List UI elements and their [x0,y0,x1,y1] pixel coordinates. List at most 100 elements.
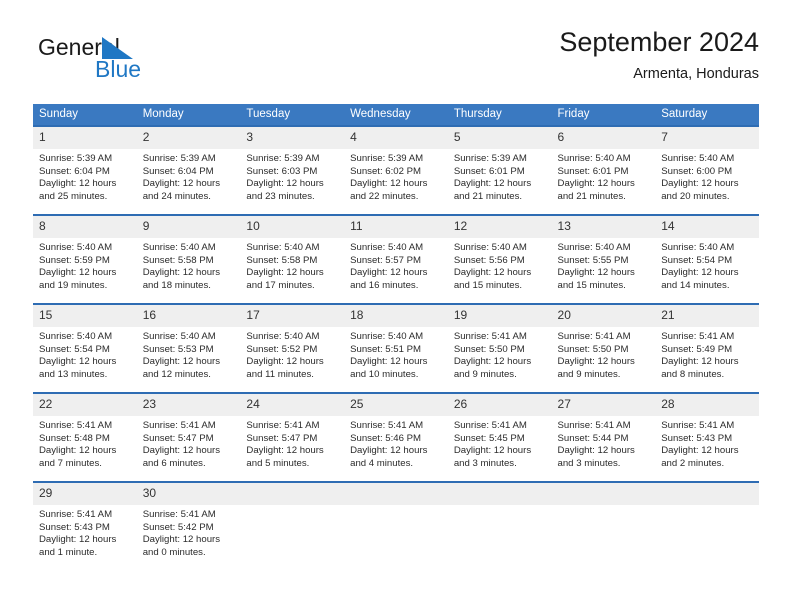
calendar-day-cell[interactable]: 19 Sunrise: 5:41 AM Sunset: 5:50 PM Dayligh… [447,303,552,392]
day-cell-inner [551,481,656,570]
sunrise-time: Sunrise: 5:40 AM [39,331,113,342]
sunset-time: Sunset: 5:48 PM [39,432,110,444]
calendar-day-cell[interactable]: 15 Sunrise: 5:40 AM Sunset: 5:54 PM Dayligh… [33,303,137,392]
sunset-time: Sunset: 5:45 PM [453,432,525,444]
daylight-duration-line2: and 9 minutes. [453,368,517,380]
general-blue-logo[interactable]: General Blue [38,34,248,90]
day-details: Sunrise: 5:39 AM Sunset: 6:04 PM Daylight:… [33,149,137,203]
sunrise-time: Sunrise: 5:40 AM [142,331,216,342]
day-details [240,505,344,509]
sunrise-time: Sunrise: 5:40 AM [453,242,527,253]
calendar-day-cell[interactable]: 20 Sunrise: 5:41 AM Sunset: 5:50 PM Dayligh… [551,303,656,392]
daylight-duration-line1: Daylight: 12 hours [246,267,324,279]
sunset-time: Sunset: 6:03 PM [246,165,318,177]
daylight-duration-line1: Daylight: 12 hours [39,445,117,457]
calendar-day-cell[interactable] [551,481,656,570]
day-cell-inner: 23 Sunrise: 5:41 AM Sunset: 5:47 PM Dayligh… [136,392,241,481]
calendar-day-cell[interactable] [655,481,759,570]
day-cell-inner: 30 Sunrise: 5:41 AM Sunset: 5:42 PM Dayligh… [136,481,241,570]
day-cell-inner: 6 Sunrise: 5:40 AM Sunset: 6:01 PM Daylight… [551,125,656,214]
sunrise-time: Sunrise: 5:39 AM [142,153,216,164]
day-cell-inner: 26 Sunrise: 5:41 AM Sunset: 5:45 PM Dayligh… [447,392,552,481]
day-number: 18 [344,305,448,327]
daylight-duration-line2: and 20 minutes. [661,190,730,202]
calendar-day-cell[interactable]: 10 Sunrise: 5:40 AM Sunset: 5:58 PM Dayligh… [240,214,345,303]
day-details: Sunrise: 5:40 AM Sunset: 5:54 PM Daylight:… [33,327,137,381]
calendar-day-cell[interactable]: 23 Sunrise: 5:41 AM Sunset: 5:47 PM Dayligh… [136,392,241,481]
daylight-duration-line2: and 21 minutes. [557,190,626,202]
sunset-time: Sunset: 6:01 PM [453,165,525,177]
calendar-day-cell[interactable] [447,481,552,570]
day-number: 3 [240,127,345,149]
calendar-day-cell[interactable]: 16 Sunrise: 5:40 AM Sunset: 5:53 PM Dayligh… [136,303,241,392]
sunset-time: Sunset: 5:54 PM [661,254,733,266]
calendar-day-cell[interactable]: 29 Sunrise: 5:41 AM Sunset: 5:43 PM Dayligh… [33,481,137,570]
calendar-week-row: 8 Sunrise: 5:40 AM Sunset: 5:59 PM Daylight… [33,214,759,303]
day-details: Sunrise: 5:40 AM Sunset: 5:57 PM Daylight:… [344,238,448,292]
calendar-day-cell[interactable]: 11 Sunrise: 5:40 AM Sunset: 5:57 PM Dayligh… [344,214,448,303]
sunset-time: Sunset: 5:59 PM [39,254,110,266]
calendar-day-cell[interactable] [240,481,345,570]
calendar-day-cell[interactable]: 3 Sunrise: 5:39 AM Sunset: 6:03 PM Daylight… [240,125,345,214]
day-cell-inner: 2 Sunrise: 5:39 AM Sunset: 6:04 PM Daylight… [136,125,241,214]
calendar-day-cell[interactable]: 27 Sunrise: 5:41 AM Sunset: 5:44 PM Dayligh… [551,392,656,481]
day-details: Sunrise: 5:41 AM Sunset: 5:50 PM Daylight:… [552,327,656,381]
day-number: 1 [33,127,137,149]
calendar-day-cell[interactable] [344,481,448,570]
calendar-day-cell[interactable]: 4 Sunrise: 5:39 AM Sunset: 6:02 PM Daylight… [344,125,448,214]
daylight-duration-line2: and 15 minutes. [557,279,626,291]
day-details: Sunrise: 5:41 AM Sunset: 5:47 PM Daylight:… [240,416,344,470]
day-cell-inner: 7 Sunrise: 5:40 AM Sunset: 6:00 PM Daylight… [655,125,759,214]
daylight-duration-line2: and 7 minutes. [39,457,102,469]
calendar-day-cell[interactable]: 7 Sunrise: 5:40 AM Sunset: 6:00 PM Daylight… [655,125,759,214]
day-details: Sunrise: 5:41 AM Sunset: 5:47 PM Daylight:… [137,416,241,470]
sunset-time: Sunset: 5:42 PM [142,521,214,533]
day-cell-inner: 5 Sunrise: 5:39 AM Sunset: 6:01 PM Daylight… [447,125,552,214]
daylight-duration-line2: and 3 minutes. [557,457,621,469]
sunrise-time: Sunrise: 5:41 AM [142,509,216,520]
calendar-day-cell[interactable]: 14 Sunrise: 5:40 AM Sunset: 5:54 PM Dayligh… [655,214,759,303]
day-details: Sunrise: 5:41 AM Sunset: 5:43 PM Daylight:… [655,416,759,470]
calendar-day-cell[interactable]: 13 Sunrise: 5:40 AM Sunset: 5:55 PM Dayligh… [551,214,656,303]
calendar-day-cell[interactable]: 9 Sunrise: 5:40 AM Sunset: 5:58 PM Daylight… [136,214,241,303]
sunrise-time: Sunrise: 5:40 AM [557,153,631,164]
daylight-duration-line2: and 24 minutes. [142,190,211,202]
day-number: 12 [447,216,552,238]
calendar-day-cell[interactable]: 8 Sunrise: 5:40 AM Sunset: 5:59 PM Daylight… [33,214,137,303]
day-cell-inner [447,481,552,570]
day-cell-inner: 25 Sunrise: 5:41 AM Sunset: 5:46 PM Dayligh… [344,392,448,481]
calendar-day-cell[interactable]: 17 Sunrise: 5:40 AM Sunset: 5:52 PM Dayligh… [240,303,345,392]
calendar-day-cell[interactable]: 18 Sunrise: 5:40 AM Sunset: 5:51 PM Dayligh… [344,303,448,392]
day-cell-inner: 9 Sunrise: 5:40 AM Sunset: 5:58 PM Daylight… [136,214,241,303]
daylight-duration-line1: Daylight: 12 hours [557,267,635,279]
calendar-day-cell[interactable]: 12 Sunrise: 5:40 AM Sunset: 5:56 PM Dayligh… [447,214,552,303]
calendar-day-cell[interactable]: 25 Sunrise: 5:41 AM Sunset: 5:46 PM Dayligh… [344,392,448,481]
day-details: Sunrise: 5:40 AM Sunset: 5:52 PM Daylight:… [240,327,344,381]
day-details: Sunrise: 5:39 AM Sunset: 6:02 PM Daylight:… [344,149,448,203]
calendar-day-cell[interactable]: 21 Sunrise: 5:41 AM Sunset: 5:49 PM Dayligh… [655,303,759,392]
day-number [240,483,345,505]
calendar-day-cell[interactable]: 2 Sunrise: 5:39 AM Sunset: 6:04 PM Daylight… [136,125,241,214]
calendar-day-cell[interactable]: 22 Sunrise: 5:41 AM Sunset: 5:48 PM Dayligh… [33,392,137,481]
sunrise-time: Sunrise: 5:41 AM [142,420,216,431]
calendar-day-cell[interactable]: 24 Sunrise: 5:41 AM Sunset: 5:47 PM Dayligh… [240,392,345,481]
calendar-day-cell[interactable]: 5 Sunrise: 5:39 AM Sunset: 6:01 PM Daylight… [447,125,552,214]
calendar-day-cell[interactable]: 1 Sunrise: 5:39 AM Sunset: 6:04 PM Daylight… [33,125,137,214]
sunset-time: Sunset: 6:04 PM [39,165,110,177]
day-details: Sunrise: 5:40 AM Sunset: 5:51 PM Daylight:… [344,327,448,381]
calendar-day-cell[interactable]: 28 Sunrise: 5:41 AM Sunset: 5:43 PM Dayligh… [655,392,759,481]
calendar-day-cell[interactable]: 30 Sunrise: 5:41 AM Sunset: 5:42 PM Dayligh… [136,481,241,570]
calendar-day-cell[interactable]: 6 Sunrise: 5:40 AM Sunset: 6:01 PM Daylight… [551,125,656,214]
title-block: September 2024 Armenta, Honduras [559,26,759,84]
day-number: 22 [33,394,137,416]
day-cell-inner: 24 Sunrise: 5:41 AM Sunset: 5:47 PM Dayligh… [240,392,345,481]
page-header: General Blue September 2024 Armenta, Hon… [33,26,759,98]
calendar-day-cell[interactable]: 26 Sunrise: 5:41 AM Sunset: 5:45 PM Dayligh… [447,392,552,481]
logo-text-blue: Blue [95,56,142,82]
day-details: Sunrise: 5:41 AM Sunset: 5:48 PM Daylight:… [33,416,137,470]
daylight-duration-line2: and 8 minutes. [661,368,725,380]
daylight-duration-line1: Daylight: 12 hours [350,445,428,457]
weekday-header-thursday: Thursday [447,104,552,125]
weekday-header-tuesday: Tuesday [240,104,345,125]
day-number [447,483,552,505]
